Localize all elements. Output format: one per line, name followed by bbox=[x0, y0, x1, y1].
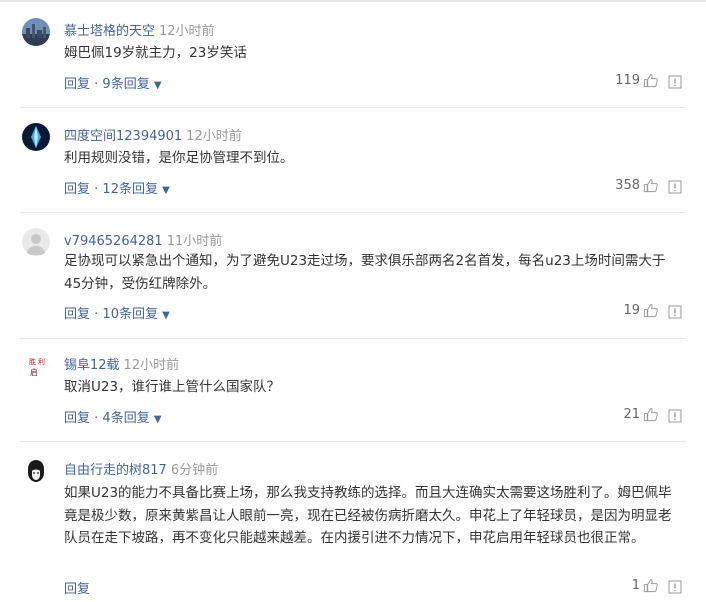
timestamp: 12小时前 bbox=[186, 129, 242, 144]
avatar[interactable] bbox=[22, 457, 50, 485]
chevron-down-icon: ▼ bbox=[153, 414, 162, 425]
like-count: 358 bbox=[615, 178, 640, 193]
thumb-up-icon[interactable] bbox=[643, 178, 658, 193]
svg-text:利: 利 bbox=[38, 357, 45, 366]
report-icon[interactable] bbox=[668, 75, 682, 89]
like-control[interactable]: 19 bbox=[623, 303, 658, 318]
like-control[interactable]: 1 bbox=[632, 578, 658, 593]
svg-text:启: 启 bbox=[30, 367, 38, 377]
avatar[interactable]: 胜 利 启 bbox=[22, 352, 50, 380]
blue-crystal-avatar-icon bbox=[22, 123, 50, 151]
report-icon[interactable] bbox=[668, 580, 682, 594]
like-control[interactable]: 358 bbox=[615, 178, 658, 193]
timestamp: 12小时前 bbox=[159, 24, 215, 39]
thumb-up-icon[interactable] bbox=[643, 73, 658, 88]
reply-button[interactable]: 回复 bbox=[64, 182, 90, 197]
username[interactable]: 锡阜12载 12小时前 bbox=[64, 354, 179, 373]
view-replies-button[interactable]: 10条回复 ▼ bbox=[102, 307, 169, 322]
username-text[interactable]: 自由行走的树817 bbox=[64, 463, 167, 478]
thumb-up-icon[interactable] bbox=[643, 303, 658, 318]
comment-text: 足协现可以紧急出个通知，为了避免U23走过场，要求俱乐部两名2名首发，每名u23… bbox=[64, 253, 666, 292]
replies-count: 12条回复 bbox=[102, 182, 158, 197]
calligraphy-avatar-icon: 胜 利 启 bbox=[22, 352, 50, 380]
avatar[interactable] bbox=[22, 123, 50, 151]
reply-button[interactable]: 回复 bbox=[64, 411, 90, 426]
username-text[interactable]: 锡阜12载 bbox=[64, 358, 120, 373]
comment-actions: 回复 · 9条回复 ▼ bbox=[64, 73, 162, 92]
like-control[interactable]: 119 bbox=[615, 73, 658, 88]
username[interactable]: v79465264281 11小时前 bbox=[64, 230, 222, 249]
comment-text: 如果U23的能力不具备比赛上场，那么我支持教练的选择。而且大连确实太需要这场胜利… bbox=[64, 485, 672, 546]
comment-text: 姆巴佩19岁就主力，23岁笑话 bbox=[64, 45, 247, 61]
chevron-down-icon: ▼ bbox=[153, 80, 162, 91]
replies-count: 4条回复 bbox=[102, 411, 150, 426]
avatar[interactable] bbox=[22, 228, 50, 256]
timestamp: 11小时前 bbox=[166, 234, 223, 249]
username[interactable]: 慕士塔格的天空 12小时前 bbox=[64, 20, 215, 39]
like-count: 19 bbox=[623, 303, 640, 318]
comment-actions: 回复 · 4条回复 ▼ bbox=[64, 407, 162, 426]
username-text[interactable]: v79465264281 bbox=[64, 234, 163, 249]
reply-button[interactable]: 回复 bbox=[64, 77, 90, 92]
default-user-avatar-icon bbox=[22, 228, 50, 256]
che-portrait-avatar-icon bbox=[22, 457, 50, 485]
username-text[interactable]: 慕士塔格的天空 bbox=[64, 24, 155, 39]
comment-actions: 回复 bbox=[64, 578, 90, 597]
comment-actions: 回复 · 12条回复 ▼ bbox=[64, 178, 170, 197]
timestamp: 6分钟前 bbox=[170, 463, 219, 478]
timestamp: 12小时前 bbox=[123, 358, 180, 373]
thumb-up-icon[interactable] bbox=[643, 578, 658, 593]
comment-divider bbox=[20, 212, 686, 213]
avatar[interactable] bbox=[22, 18, 50, 46]
report-icon[interactable] bbox=[668, 305, 682, 319]
like-count: 1 bbox=[631, 578, 640, 593]
username[interactable]: 四度空间12394901 12小时前 bbox=[64, 125, 242, 144]
chevron-down-icon: ▼ bbox=[162, 310, 170, 321]
replies-count: 10条回复 bbox=[102, 307, 158, 322]
comment-text: 利用规则没错，是你足协管理不到位。 bbox=[64, 150, 294, 166]
like-control[interactable]: 21 bbox=[623, 407, 658, 422]
comment-divider bbox=[20, 441, 686, 442]
reply-button[interactable]: 回复 bbox=[64, 307, 90, 322]
comment-actions: 回复 · 10条回复 ▼ bbox=[64, 303, 170, 322]
comment-divider bbox=[20, 338, 686, 339]
replies-count: 9条回复 bbox=[102, 77, 150, 92]
svg-text:胜: 胜 bbox=[29, 357, 36, 366]
chevron-down-icon: ▼ bbox=[162, 185, 170, 196]
username-text[interactable]: 四度空间12394901 bbox=[64, 129, 182, 144]
view-replies-button[interactable]: 9条回复 ▼ bbox=[102, 77, 161, 92]
report-icon[interactable] bbox=[668, 409, 682, 423]
comment-text: 取消U23，谁行谁上管什么国家队？ bbox=[64, 379, 281, 395]
like-count: 119 bbox=[615, 73, 640, 88]
thumb-up-icon[interactable] bbox=[643, 407, 658, 422]
view-replies-button[interactable]: 4条回复 ▼ bbox=[102, 411, 161, 426]
comment-divider bbox=[20, 107, 686, 108]
reply-button[interactable]: 回复 bbox=[64, 582, 90, 597]
top-divider bbox=[0, 0, 706, 2]
view-replies-button[interactable]: 12条回复 ▼ bbox=[102, 182, 169, 197]
username[interactable]: 自由行走的树817 6分钟前 bbox=[64, 459, 218, 478]
report-icon[interactable] bbox=[668, 180, 682, 194]
like-count: 21 bbox=[623, 407, 640, 422]
city-skyline-avatar-icon bbox=[22, 18, 50, 46]
